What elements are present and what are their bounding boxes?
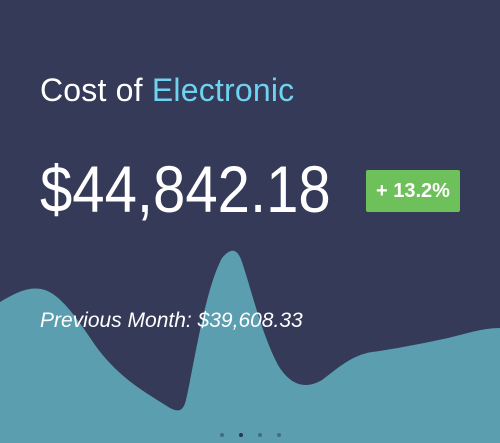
trend-wave-shape [0, 250, 500, 443]
title-prefix: Cost of [40, 72, 152, 108]
previous-month-text: Previous Month: $39,608.33 [40, 309, 303, 332]
cost-card: Cost of Electronic $44,842.18 + 13.2% Pr… [0, 0, 500, 443]
card-title: Cost of Electronic [40, 72, 294, 109]
pagination-dot-active[interactable] [238, 433, 243, 437]
pagination-dot[interactable] [219, 433, 224, 437]
pagination-dots [0, 433, 500, 441]
change-badge: + 13.2% [366, 170, 460, 212]
title-highlight: Electronic [151, 72, 295, 108]
pagination-dot[interactable] [276, 433, 281, 437]
pagination-dot[interactable] [257, 433, 262, 437]
current-amount: $44,842.18 [40, 152, 331, 226]
